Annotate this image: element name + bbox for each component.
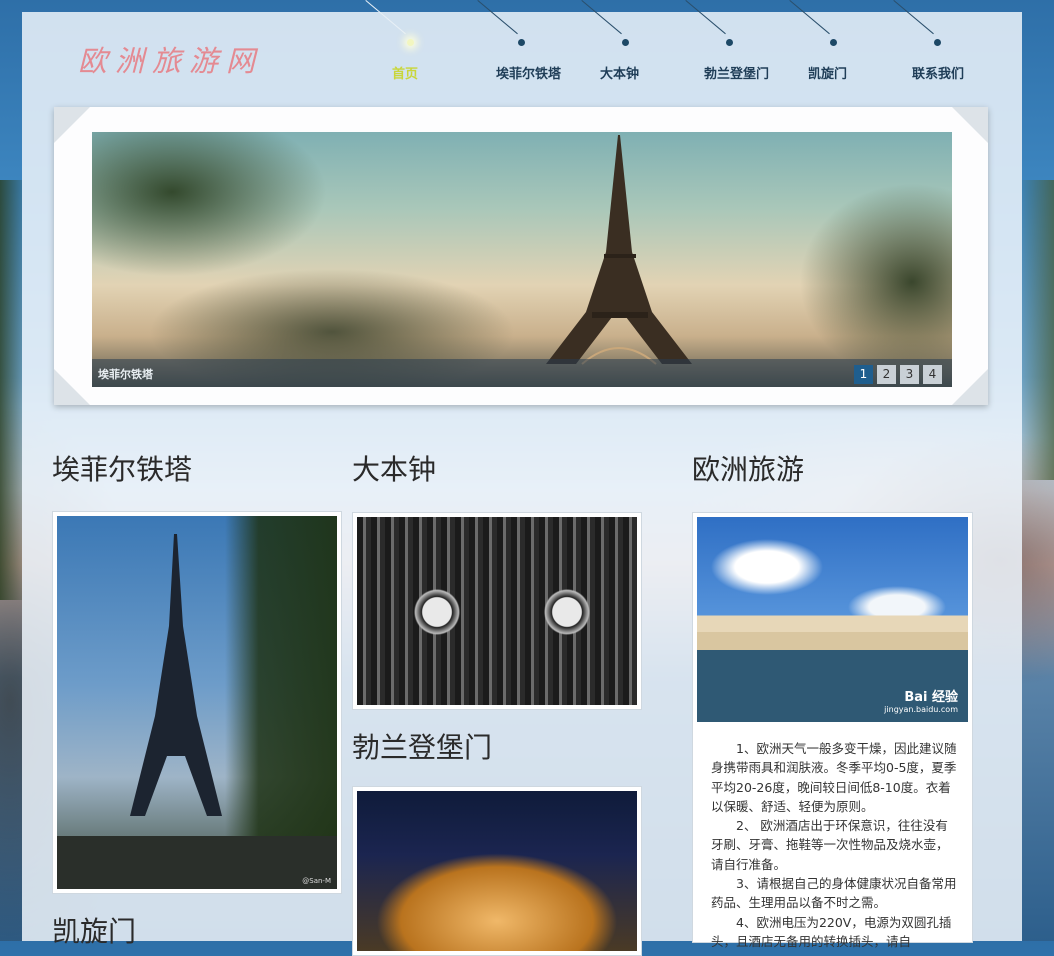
- budapest-parliament-photo[interactable]: Bai 经验 jingyan.baidu.com: [697, 517, 968, 722]
- carousel-page-button[interactable]: 2: [877, 365, 896, 384]
- nav-label[interactable]: 首页: [392, 63, 418, 82]
- nav-label[interactable]: 联系我们: [912, 63, 964, 82]
- frame-corner: [952, 369, 988, 405]
- bigben-photo-card[interactable]: [352, 512, 642, 710]
- section-title-eiffel[interactable]: 埃菲尔铁塔: [52, 448, 192, 488]
- travel-info-card: Bai 经验 jingyan.baidu.com 1、欧洲天气一般多变干燥，因此…: [692, 512, 973, 949]
- nav-label[interactable]: 埃菲尔铁塔: [496, 63, 561, 82]
- nav-label[interactable]: 勃兰登堡门: [704, 63, 769, 82]
- carousel-page-button[interactable]: 4: [923, 365, 942, 384]
- carousel-caption-bar: 埃菲尔铁塔 1234: [92, 359, 952, 387]
- carousel-caption: 埃菲尔铁塔: [98, 368, 153, 381]
- eiffel-tower-illustration: [546, 135, 692, 365]
- nav-dot-icon: [407, 39, 414, 46]
- eiffel-silhouette-icon: [57, 534, 337, 889]
- travel-tip: 2、 欧洲酒店出于环保意识，往往没有牙刷、牙膏、拖鞋等一次性物品及烧水壶，请自行…: [711, 818, 949, 872]
- nav-dot-icon: [622, 39, 629, 46]
- frame-corner: [952, 107, 988, 143]
- nav-decor-line: [789, 0, 830, 35]
- background-palm-right: [1022, 180, 1054, 480]
- section-title-brandenburg[interactable]: 勃兰登堡门: [352, 726, 492, 766]
- nav-decor-line: [685, 0, 726, 35]
- watermark-text: Bai 经验: [904, 690, 958, 705]
- nav-dot-icon: [518, 39, 525, 46]
- background-palm-left: [0, 180, 22, 600]
- eiffel-photo-card[interactable]: @San-M: [52, 511, 342, 894]
- site-logo[interactable]: 欧洲旅游网: [78, 38, 278, 78]
- nav-label[interactable]: 凯旋门: [808, 63, 847, 82]
- carousel: 埃菲尔铁塔 1234: [54, 107, 988, 405]
- section-title-travel[interactable]: 欧洲旅游: [692, 448, 804, 488]
- section-title-bigben[interactable]: 大本钟: [352, 448, 436, 488]
- travel-tip: 4、欧洲电压为220V，电源为双圆孔插头，且酒店无备用的转换插头，请自: [711, 914, 952, 949]
- carousel-page-button[interactable]: 1: [854, 365, 873, 384]
- nav-decor-line: [581, 0, 622, 35]
- brandenburg-photo-card[interactable]: [352, 786, 642, 956]
- frame-corner: [54, 369, 90, 405]
- travel-tips: 1、欧洲天气一般多变干燥，因此建议随身携带雨具和润肤液。冬季平均0-5度，夏季平…: [711, 739, 957, 951]
- photo-credit: @San-M: [302, 877, 331, 885]
- nav-dot-icon: [726, 39, 733, 46]
- nav-dot-icon: [830, 39, 837, 46]
- bigben-photo[interactable]: [357, 517, 637, 705]
- travel-tip: 1、欧洲天气一般多变干燥，因此建议随身携带雨具和润肤液。冬季平均0-5度，夏季平…: [711, 741, 957, 814]
- brandenburg-photo[interactable]: [357, 791, 637, 951]
- carousel-pager: 1234: [850, 363, 942, 384]
- nav-decor-line: [477, 0, 518, 35]
- carousel-slide-image[interactable]: 埃菲尔铁塔 1234: [92, 132, 952, 387]
- nav-label[interactable]: 大本钟: [600, 63, 639, 82]
- nav-dot-icon: [934, 39, 941, 46]
- frame-corner: [54, 107, 90, 143]
- nav-decor-line: [893, 0, 934, 35]
- watermark-url: jingyan.baidu.com: [884, 705, 958, 714]
- travel-tip: 3、请根据自己的身体健康状况自备常用药品、生理用品以备不时之需。: [711, 876, 957, 911]
- baidu-watermark: Bai 经验 jingyan.baidu.com: [884, 686, 958, 714]
- eiffel-photo[interactable]: @San-M: [57, 516, 337, 889]
- main-nav: 首页 埃菲尔铁塔 大本钟 勃兰登堡门 凯旋门 联系我们: [365, 0, 1020, 95]
- section-title-arc[interactable]: 凯旋门: [52, 910, 136, 950]
- carousel-page-button[interactable]: 3: [900, 365, 919, 384]
